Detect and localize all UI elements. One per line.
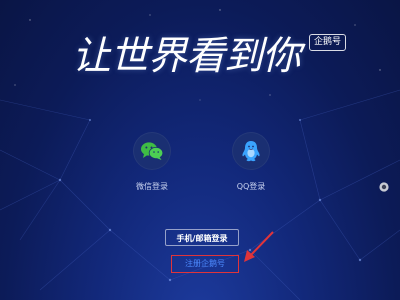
qq-login-label: QQ登录 <box>236 182 266 191</box>
wechat-login-option[interactable]: 微信登录 <box>117 132 187 192</box>
qq-login-option[interactable]: QQ登录 <box>216 132 286 192</box>
wechat-login-button[interactable] <box>133 132 171 170</box>
qq-penguin-icon <box>242 141 260 162</box>
annotation-arrow-icon <box>244 231 274 262</box>
phone-email-login-button[interactable]: 手机/邮箱登录 <box>165 229 239 246</box>
register-account-link[interactable]: 注册企鹅号 <box>171 255 239 273</box>
scroll-indicator-icon[interactable] <box>379 182 389 192</box>
login-screen: 让世界看到你 企鹅号 微信登录 QQ登录 手机/邮箱登录 注册企鹅号 <box>0 0 400 300</box>
wechat-icon <box>141 142 164 160</box>
qq-login-button[interactable] <box>232 132 270 170</box>
wechat-login-label: 微信登录 <box>136 182 168 191</box>
brand-badge: 企鹅号 <box>309 34 347 51</box>
hero-slogan: 让世界看到你 <box>72 34 301 79</box>
